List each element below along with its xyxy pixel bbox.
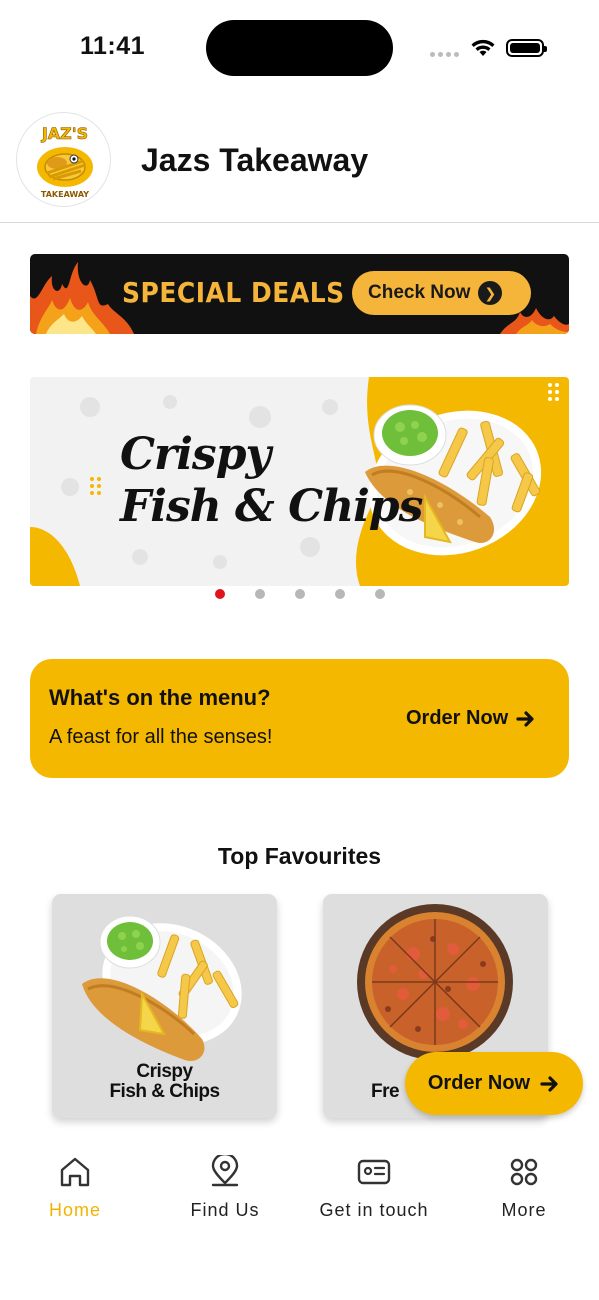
contact-card-icon [357, 1159, 391, 1185]
tab-find-us-label: Find Us [190, 1200, 260, 1220]
carousel-pagination [0, 589, 599, 599]
chevron-right-icon: ❯ [478, 281, 503, 305]
arrow-right-icon [540, 1075, 558, 1092]
floating-order-now-label: Order Now [427, 1072, 531, 1094]
status-bar: 11:41 [0, 0, 599, 96]
tab-home[interactable]: Home [0, 1155, 150, 1221]
check-now-label: Check Now [368, 282, 471, 303]
wifi-icon [471, 39, 495, 56]
menu-card-title: What's on the menu? [49, 685, 271, 710]
carousel-dot[interactable] [374, 589, 385, 599]
menu-card[interactable]: What's on the menu? A feast for all the … [30, 659, 569, 778]
logo-image: JAZ'S TAKEAWAY [37, 124, 93, 199]
dynamic-island [206, 20, 393, 76]
carousel-slide-title: Crispy Fish & Chips [120, 429, 423, 532]
svg-text:JAZ'S: JAZ'S [41, 124, 88, 143]
promo-carousel[interactable]: Crispy Fish & Chips [30, 377, 569, 586]
arrow-right-icon [516, 710, 534, 727]
special-deals-banner[interactable]: SPECIAL DEALS Check Now ❯ [30, 254, 569, 334]
special-deals-title: SPECIAL DEALS [122, 276, 345, 309]
floating-order-now-button[interactable]: Order Now [405, 1052, 583, 1115]
location-pin-icon [211, 1155, 239, 1187]
carousel-dot[interactable] [334, 589, 345, 599]
home-icon [60, 1157, 90, 1187]
restaurant-logo[interactable]: JAZ'S TAKEAWAY [16, 112, 111, 207]
favourite-item-name: Crispy Fish & Chips [109, 1061, 220, 1102]
menu-order-now-label: Order Now [406, 707, 509, 729]
carousel-dot[interactable] [294, 589, 305, 599]
menu-order-now-button[interactable]: Order Now [406, 707, 536, 730]
tab-more-label: More [501, 1200, 547, 1220]
carousel-dot[interactable] [254, 589, 265, 599]
tab-more[interactable]: More [449, 1155, 599, 1221]
tab-find-us[interactable]: Find Us [150, 1155, 300, 1221]
carousel-dot[interactable] [214, 589, 225, 599]
bottom-tab-bar: Home Find Us Get in touch More [0, 1133, 599, 1300]
svg-text:TAKEAWAY: TAKEAWAY [41, 190, 89, 199]
signal-icon [430, 52, 459, 57]
check-now-button[interactable]: Check Now ❯ [352, 271, 531, 315]
grid-icon [510, 1158, 538, 1186]
tab-home-label: Home [48, 1200, 101, 1220]
tab-get-in-touch-label: Get in touch [319, 1200, 429, 1220]
favourite-card-fish-and-chips[interactable]: Crispy Fish & Chips [52, 894, 277, 1118]
tab-get-in-touch[interactable]: Get in touch [299, 1155, 449, 1221]
status-time: 11:41 [80, 32, 146, 60]
top-favourites-heading: Top Favourites [217, 843, 382, 869]
battery-icon [506, 39, 547, 57]
app-title: Jazs Takeaway [141, 142, 369, 178]
app-header: JAZ'S TAKEAWAY Jazs Takeaway [0, 100, 599, 223]
menu-card-subtitle: A feast for all the senses! [49, 726, 273, 748]
